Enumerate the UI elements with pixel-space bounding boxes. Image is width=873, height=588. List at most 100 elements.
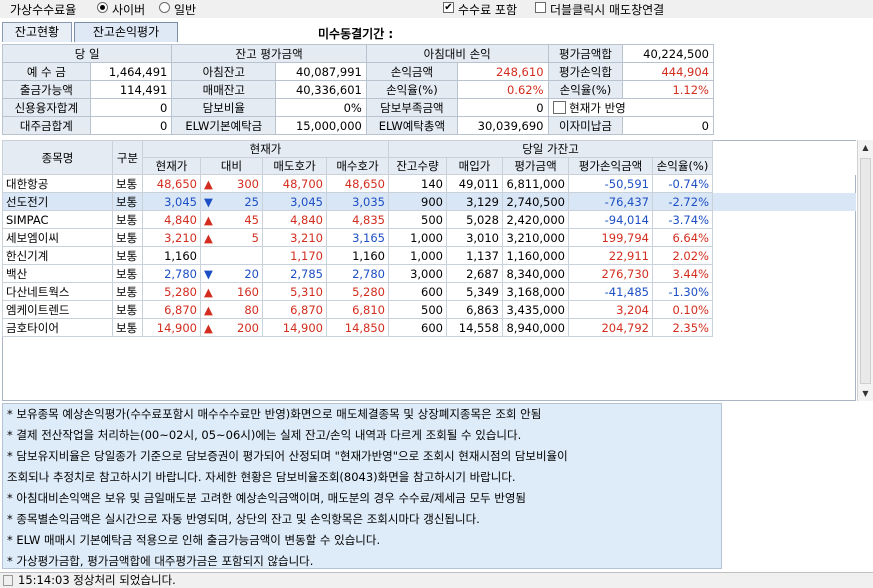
- eval-pl-value: 444,904: [622, 62, 714, 81]
- up-arrow-icon: ▲: [204, 302, 213, 317]
- qty-cell: 600: [388, 318, 447, 337]
- col-diff[interactable]: 대비: [200, 157, 263, 175]
- pl-amount-label: 손익금액: [365, 62, 458, 81]
- stock-name-cell: 다산네트웍스: [2, 282, 113, 301]
- qty-cell: 1,000: [388, 246, 447, 265]
- pl-rate-cell: -0.74%: [652, 174, 713, 193]
- today-header: 당 일: [1, 44, 173, 63]
- col-price[interactable]: 현재가: [142, 157, 201, 175]
- pl-rate-cell: -3.74%: [652, 210, 713, 229]
- elw-total-value: 30,039,690: [456, 116, 549, 135]
- row-spacer: [713, 283, 857, 301]
- table-row[interactable]: 금호타이어 보통 14,900 ▲ 200 14,900 14,850 600 14,558 8,…: [2, 318, 857, 337]
- down-arrow-icon: ▼: [204, 266, 213, 281]
- grid-vertical-scrollbar[interactable]: ▲ ▼: [857, 140, 873, 401]
- row-spacer: [712, 192, 856, 211]
- scroll-thumb[interactable]: [860, 158, 871, 384]
- eval-total-label: 평가금액합: [547, 44, 624, 63]
- doubleclick-label: 더블클릭시 매도창연결: [550, 3, 665, 17]
- col-bid[interactable]: 매수호가: [326, 157, 389, 175]
- col-rate[interactable]: 손익율(%): [652, 157, 713, 175]
- fee-include-checkbox[interactable]: ✔: [443, 2, 454, 13]
- table-row[interactable]: SIMPAC 보통 4,840 ▲ 45 4,840 4,835 500 5,028 2,420,…: [2, 210, 857, 229]
- pl-rate-cell: 2.35%: [652, 318, 713, 337]
- pl-amount-cell: 204,792: [568, 318, 653, 337]
- tab-balance-status[interactable]: 잔고현황: [2, 22, 72, 42]
- diff-value: 20: [244, 266, 259, 281]
- pl-amount-cell: 3,204: [568, 300, 653, 319]
- qty-cell: 500: [388, 300, 447, 319]
- eval-amount-cell: 3,210,000: [502, 228, 569, 247]
- misu-freeze-label: 미수동결기간 :: [318, 27, 394, 41]
- table-row[interactable]: 엠케이트렌드 보통 6,870 ▲ 80 6,870 6,810 500 6,863 3,435,…: [2, 300, 857, 319]
- status-message: 15:14:03 정상처리 되었습니다.: [18, 573, 176, 587]
- diff-cell: ▼ 25: [200, 192, 263, 211]
- price-cell: 5,280: [142, 282, 201, 301]
- gubun-cell: 보통: [112, 174, 143, 193]
- bid-cell: 4,835: [326, 210, 389, 229]
- pl-rate2-value: 1.12%: [622, 80, 714, 99]
- col-qty[interactable]: 잔고수량: [388, 157, 447, 175]
- elw-deposit-value: 15,000,000: [275, 116, 367, 135]
- bid-cell: 48,650: [326, 174, 389, 193]
- pl-amount-value: 248,610: [456, 62, 549, 81]
- col-gubun[interactable]: 구분: [112, 140, 143, 175]
- col-pl[interactable]: 평가손익금액: [568, 157, 653, 175]
- pl-rate-value: 0.62%: [456, 80, 549, 99]
- eval-amount-cell: 2,740,500: [502, 192, 569, 211]
- qty-cell: 140: [388, 174, 447, 193]
- table-row[interactable]: 백산 보통 2,780 ▼ 20 2,785 2,780 3,000 2,687 8,340,00…: [2, 264, 857, 283]
- col-eval[interactable]: 평가금액: [502, 157, 569, 175]
- table-row[interactable]: 다산네트웍스 보통 5,280 ▲ 160 5,310 5,280 600 5,349 3,168…: [2, 282, 857, 301]
- pl-amount-cell: -76,437: [568, 192, 653, 211]
- elw-total-label: ELW예탁총액: [365, 116, 458, 135]
- tab-balance-eval[interactable]: 잔고손익평가: [74, 22, 178, 42]
- note-line: 조회되나 추정치로 참고하시기 바랍니다. 자세한 현황은 담보비율조회(804…: [7, 470, 516, 484]
- diff-cell: ▲ 80: [200, 300, 263, 319]
- elw-deposit-label: ELW기본예탁금: [171, 116, 277, 135]
- gubun-cell: 보통: [112, 210, 143, 229]
- scroll-up-icon[interactable]: ▲: [858, 140, 873, 155]
- qty-cell: 600: [388, 282, 447, 301]
- buy-price-cell: 49,011: [446, 174, 503, 193]
- note-line: * 담보유지비율은 당일종가 기준으로 담보증권이 평가되어 산정되며 "현재가…: [7, 449, 568, 463]
- note-line: * ELW 매매시 기본예탁금 적용으로 인해 출금가능금액이 변동할 수 있습…: [7, 533, 381, 547]
- stock-name-cell: 세보엠이씨: [2, 228, 113, 247]
- eval-amount-cell: 1,160,000: [502, 246, 569, 265]
- buy-price-cell: 3,010: [446, 228, 503, 247]
- eval-pl-label: 평가손익합: [547, 62, 624, 81]
- down-arrow-icon: ▼: [204, 194, 213, 209]
- radio-general[interactable]: [159, 2, 170, 13]
- pl-rate-cell: -1.30%: [652, 282, 713, 301]
- pl-amount-cell: 199,794: [568, 228, 653, 247]
- bid-cell: 1,160: [326, 246, 389, 265]
- gubun-cell: 보통: [112, 228, 143, 247]
- note-line: * 보유종목 예상손익평가(수수료포함시 매수수수료만 반영)화면으로 매도체결…: [7, 407, 542, 421]
- table-row[interactable]: 한신기계 보통 1,160 1,170 1,160 1,000 1,137 1,160,000…: [2, 246, 857, 265]
- gubun-cell: 보통: [112, 192, 143, 211]
- col-ask[interactable]: 매도호가: [262, 157, 327, 175]
- qty-cell: 3,000: [388, 264, 447, 283]
- note-line: * 가상평가금합, 평가금액합에 대주평가금은 포함되지 않습니다.: [7, 554, 314, 568]
- table-row[interactable]: 선도전기 보통 3,045 ▼ 25 3,045 3,035 900 3,129 2,740,50…: [2, 192, 856, 211]
- eval-amount-cell: 3,435,000: [502, 300, 569, 319]
- table-row[interactable]: 대한항공 보통 48,650 ▲ 300 48,700 48,650 140 49,011 6,8…: [2, 174, 857, 193]
- ask-cell: 3,045: [262, 192, 327, 211]
- table-row[interactable]: 세보엠이씨 보통 3,210 ▲ 5 3,210 3,165 1,000 3,010 3,210,…: [2, 228, 857, 247]
- notes-panel: * 보유종목 예상손익평가(수수료포함시 매수수수료만 반영)화면으로 매도체결…: [2, 403, 722, 569]
- current-price-checkbox[interactable]: [552, 100, 566, 114]
- eval-amount-cell: 8,940,000: [502, 318, 569, 337]
- stock-name-cell: 금호타이어: [2, 318, 113, 337]
- price-cell: 1,160: [142, 246, 201, 265]
- holdings-grid-body: 대한항공 보통 48,650 ▲ 300 48,700 48,650 140 49,011 6,8…: [2, 174, 857, 337]
- diff-value: 80: [244, 302, 259, 317]
- buy-price-cell: 6,863: [446, 300, 503, 319]
- current-price-apply[interactable]: 현재가 반영: [547, 98, 715, 117]
- scroll-down-icon[interactable]: ▼: [858, 386, 873, 401]
- holdings-grid: 종목명 구분 현재가 당일 가잔고 현재가 대비 매도호가 매수호가 잔고수량 …: [2, 140, 856, 337]
- radio-cyber[interactable]: [97, 2, 108, 13]
- col-buy[interactable]: 매입가: [446, 157, 503, 175]
- col-name[interactable]: 종목명: [2, 140, 113, 175]
- pl-rate-cell: -2.72%: [652, 192, 713, 211]
- doubleclick-checkbox[interactable]: [535, 2, 546, 13]
